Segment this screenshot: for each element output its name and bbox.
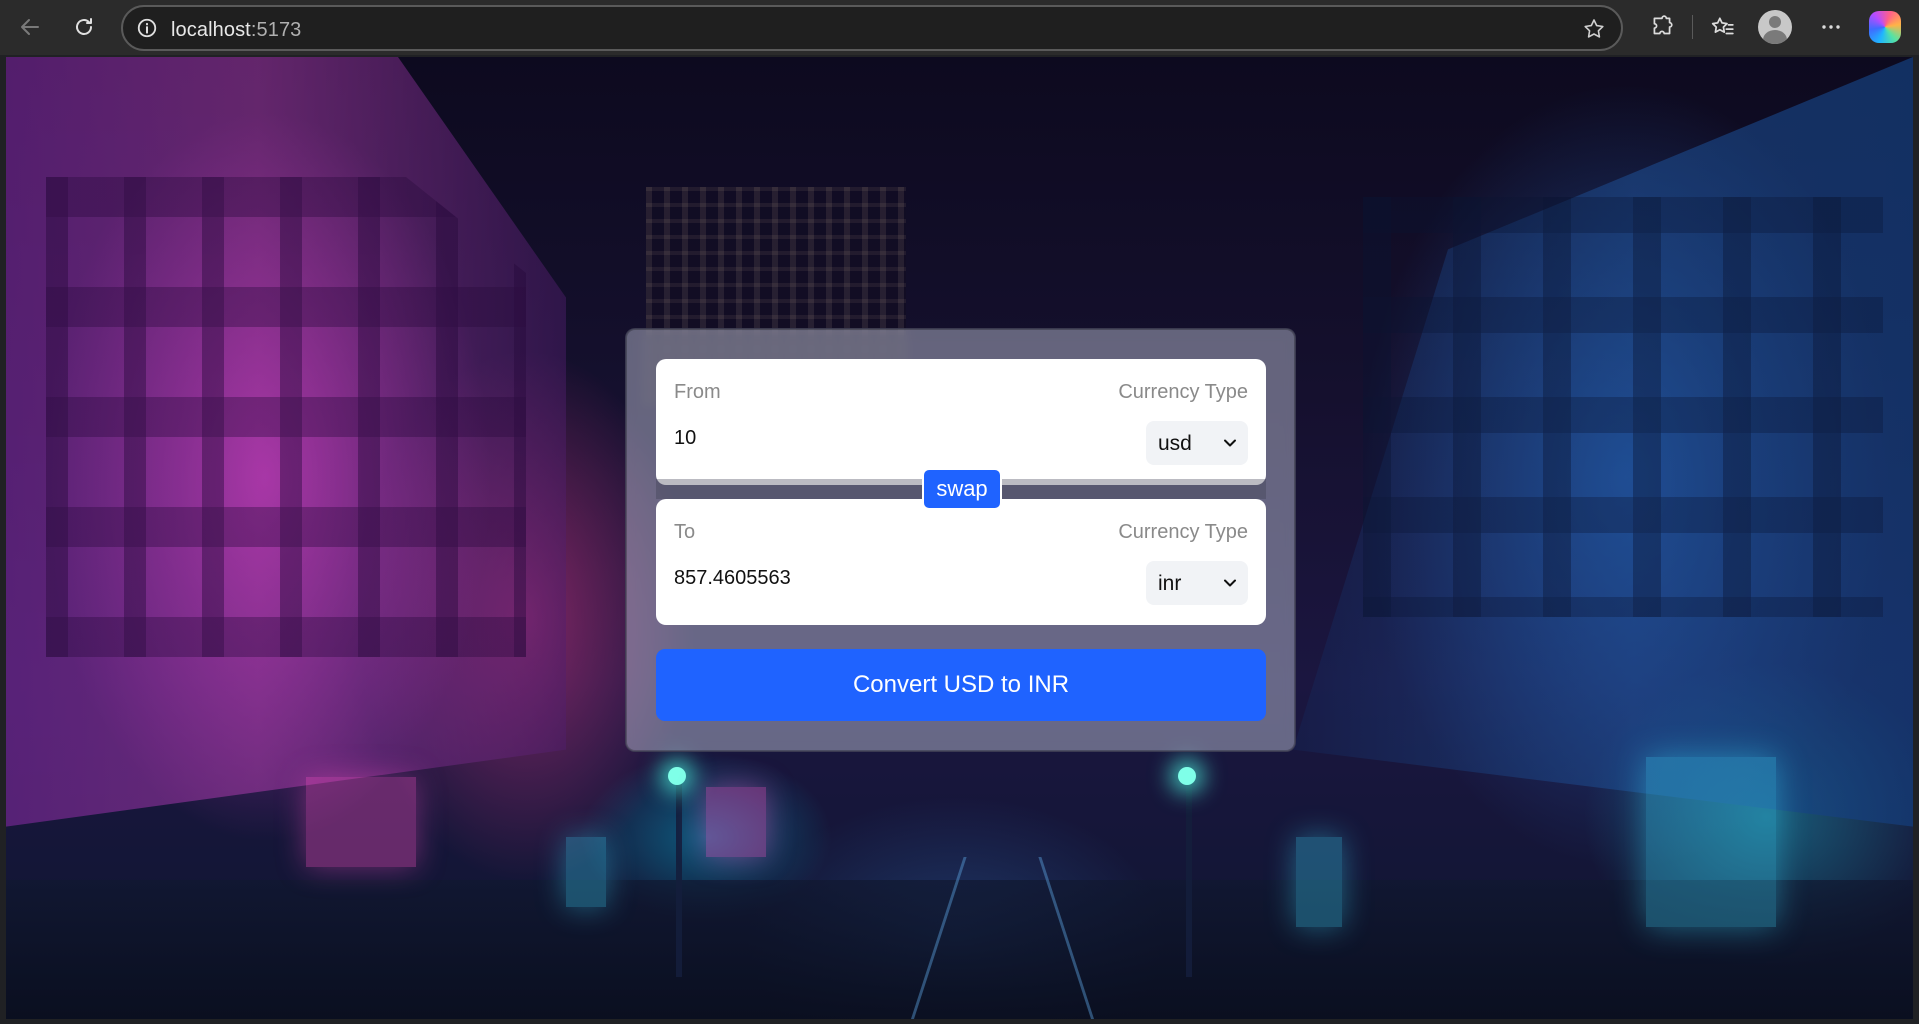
extensions-button[interactable]: [1643, 8, 1681, 46]
chevron-down-icon: [1224, 579, 1236, 587]
browser-toolbar: localhost:5173: [0, 0, 1919, 55]
from-currency-value: usd: [1158, 432, 1192, 455]
page-viewport: From Currency Type usd To Currency Type …: [6, 57, 1913, 1019]
background-street: [6, 880, 1913, 1019]
url-host: localhost: [171, 19, 251, 41]
background-shop: [706, 787, 766, 857]
from-amount-input[interactable]: [674, 421, 1094, 455]
background-lamp: [1178, 767, 1196, 785]
favorites-icon: [1711, 17, 1734, 35]
convert-button[interactable]: Convert USD to INR: [656, 649, 1266, 721]
chevron-down-icon: [1224, 439, 1236, 447]
extensions-icon: [1653, 15, 1673, 35]
background-pole: [676, 777, 682, 977]
to-currency-select[interactable]: inr: [1146, 561, 1248, 605]
background-lamp: [668, 767, 686, 785]
url-text[interactable]: localhost:5173: [171, 19, 301, 42]
profile-avatar-icon: [1758, 10, 1792, 44]
copilot-button[interactable]: [1866, 8, 1904, 46]
background-windows-right: [1363, 197, 1883, 617]
background-windows-left: [46, 177, 526, 657]
to-currency-type-label: Currency Type: [1118, 521, 1248, 543]
background-pole: [1186, 777, 1192, 977]
address-bar[interactable]: localhost:5173: [121, 5, 1623, 51]
swap-button[interactable]: swap: [922, 468, 1002, 510]
toolbar-divider: [1692, 15, 1693, 39]
background-shop: [1296, 837, 1342, 927]
url-port: :5173: [250, 19, 302, 41]
to-currency-value: inr: [1158, 572, 1182, 595]
background-shop: [1646, 757, 1776, 927]
to-amount-input[interactable]: [674, 561, 1094, 595]
to-label: To: [674, 521, 696, 543]
copilot-icon: [1869, 11, 1901, 43]
star-icon[interactable]: [1581, 16, 1607, 42]
from-currency-select[interactable]: usd: [1146, 421, 1248, 465]
to-panel: To Currency Type inr: [656, 499, 1266, 625]
from-panel: From Currency Type usd: [656, 359, 1266, 485]
background-shop: [566, 837, 606, 907]
more-button[interactable]: [1812, 8, 1850, 46]
background-shop: [306, 777, 416, 867]
refresh-icon: [76, 18, 92, 35]
back-button[interactable]: [12, 9, 48, 45]
favorites-button[interactable]: [1703, 8, 1741, 46]
from-label: From: [674, 381, 721, 403]
refresh-button[interactable]: [66, 9, 102, 45]
currency-converter-card: From Currency Type usd To Currency Type …: [625, 328, 1296, 752]
back-arrow-icon: [21, 19, 39, 35]
from-currency-type-label: Currency Type: [1118, 381, 1248, 403]
info-icon[interactable]: [135, 16, 159, 40]
more-icon: [1822, 25, 1840, 29]
profile-button[interactable]: [1756, 8, 1794, 46]
